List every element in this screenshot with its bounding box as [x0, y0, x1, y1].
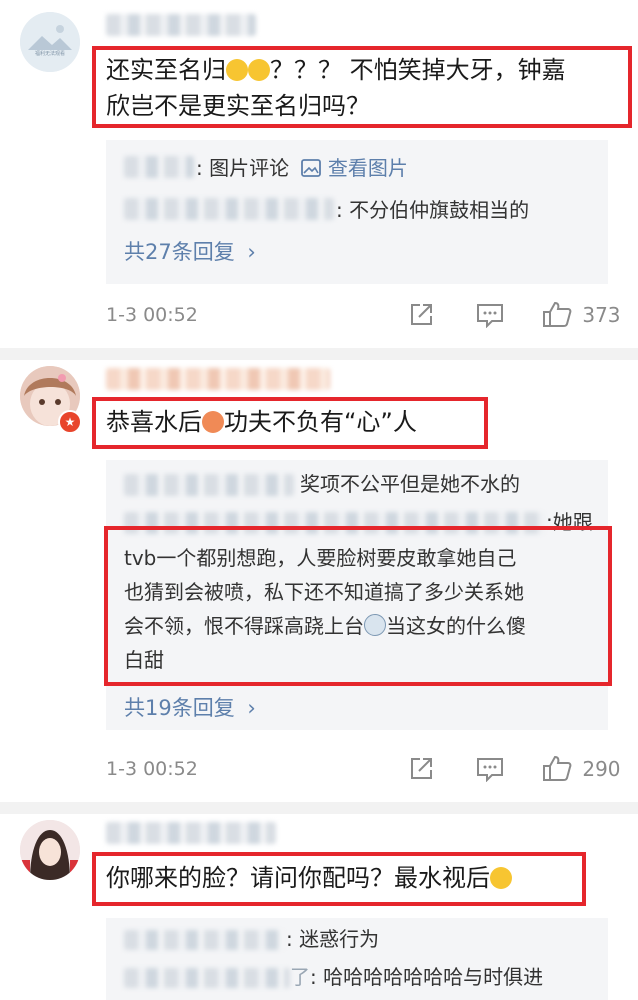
- image-icon: [301, 156, 327, 180]
- cry-laugh-emoji: [226, 59, 248, 81]
- comment-button[interactable]: [476, 302, 504, 333]
- username[interactable]: [106, 368, 330, 390]
- comment-text: 你哪来的脸？请问你配吗？最水视后: [106, 860, 512, 896]
- avatar[interactable]: [20, 820, 80, 880]
- reply-text-line: tvb一个都别想跑，人要脸树要皮敢拿她自己: [124, 546, 517, 570]
- grin-emoji: [202, 411, 224, 433]
- reply-text: : 图片评论 查看图片: [196, 156, 408, 180]
- reply-username[interactable]: [124, 930, 284, 950]
- divider: [0, 802, 638, 814]
- comment-button[interactable]: [476, 756, 504, 787]
- dizzy-emoji: [364, 614, 386, 636]
- reply-text-line: 会不领，恨不得踩高跷上台 当这女的什么傻: [124, 614, 526, 638]
- avatar-caption: 福利无法观看: [34, 51, 65, 57]
- like-icon: [543, 301, 572, 327]
- comment-time: 1-3 00:52: [106, 758, 198, 780]
- reply-text: 了: 哈哈哈哈哈哈哈与时俱进: [290, 965, 544, 989]
- share-icon: [411, 304, 432, 325]
- avatar[interactable]: 福利无法观看: [20, 12, 80, 72]
- divider: [0, 348, 638, 360]
- more-replies-link[interactable]: 共19条回复 ›: [124, 692, 256, 722]
- avatar-photo-icon: [20, 820, 80, 880]
- reply-username[interactable]: [124, 198, 334, 220]
- reply-text: : 迷惑行为: [286, 927, 380, 951]
- verified-badge: ★: [58, 410, 82, 434]
- like-icon: [543, 755, 572, 781]
- reply-text-line: 白甜: [124, 648, 164, 672]
- reply-text: 奖项不公平但是她不水的: [300, 472, 520, 496]
- cry-laugh-emoji: [248, 59, 270, 81]
- reply-username[interactable]: [124, 968, 290, 988]
- like-button[interactable]: 290: [542, 754, 621, 782]
- comment-text: 恭喜水后 功夫不负有“心”人: [106, 408, 417, 436]
- share-icon: [411, 758, 432, 779]
- comment-icon: [477, 304, 503, 329]
- share-button[interactable]: [408, 756, 434, 787]
- comment-text: 还实至名归？？？ 不怕笑掉大牙，钟嘉: [106, 56, 566, 84]
- reply-text: : 不分伯仲旗鼓相当的: [336, 198, 530, 222]
- comment-time: 1-3 00:52: [106, 304, 198, 326]
- reply-username[interactable]: [124, 474, 294, 496]
- username[interactable]: [106, 14, 256, 36]
- comment-text-line2: 欣岂不是更实至名归吗？: [106, 92, 370, 120]
- view-image-link[interactable]: 查看图片: [328, 156, 408, 180]
- like-button[interactable]: 373: [542, 300, 621, 328]
- sweat-emoji: [490, 867, 512, 889]
- share-button[interactable]: [408, 302, 434, 333]
- username[interactable]: [106, 822, 276, 844]
- like-count: 373: [582, 303, 621, 327]
- avatar-landscape-icon: [20, 12, 80, 72]
- reply-username[interactable]: [124, 156, 194, 178]
- more-replies-link[interactable]: 共27条回复 ›: [124, 236, 256, 266]
- reply-text-line: 也猜到会被喷，私下还不知道搞了多少关系她: [124, 580, 524, 604]
- like-count: 290: [582, 757, 621, 781]
- comment-icon: [477, 758, 503, 783]
